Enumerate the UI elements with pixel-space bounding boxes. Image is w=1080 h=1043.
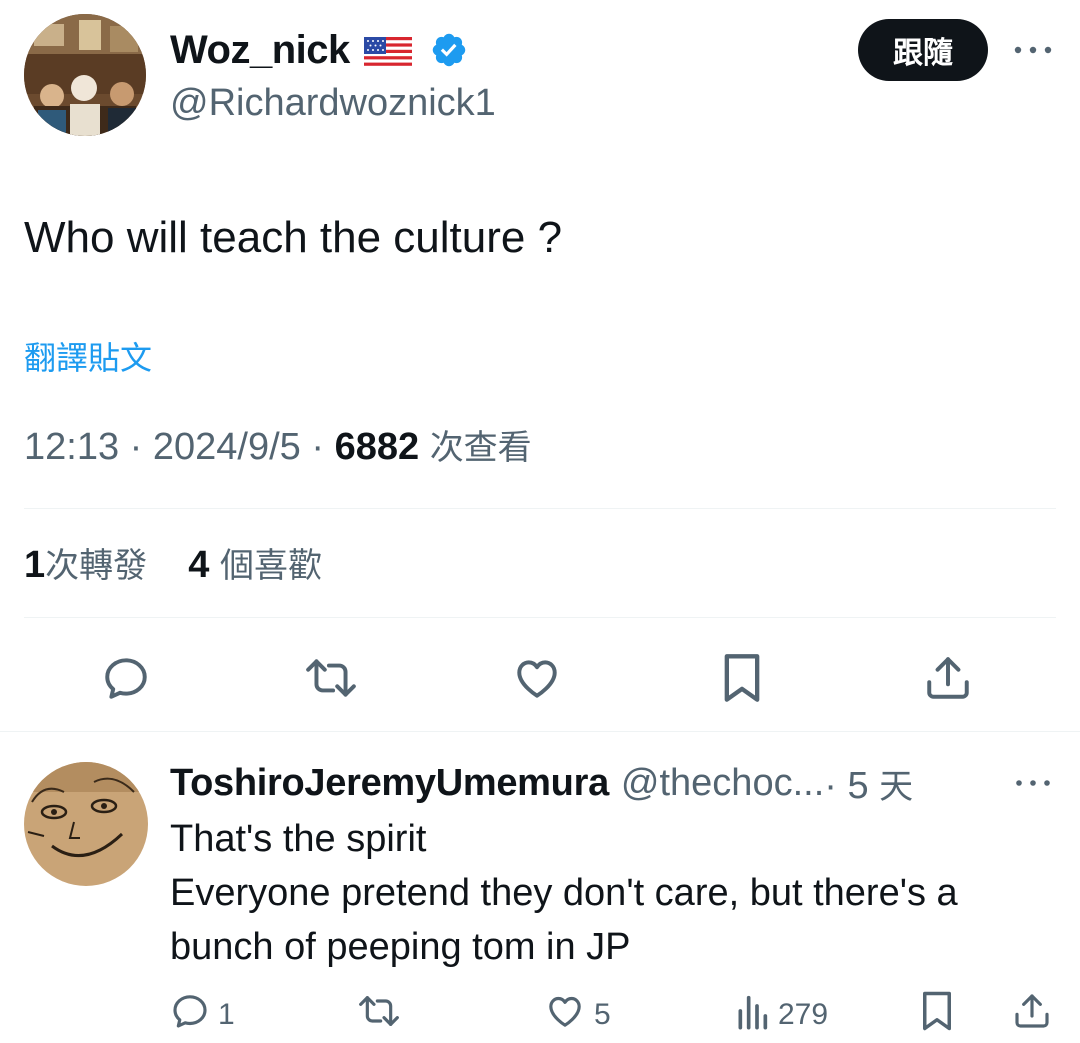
reply-time-unit: 天 bbox=[879, 766, 914, 807]
share-icon[interactable] bbox=[920, 650, 976, 706]
reply-icon[interactable] bbox=[98, 650, 154, 706]
retweet-icon bbox=[356, 991, 402, 1039]
reply-count: 1 bbox=[218, 998, 235, 1031]
author-display-name-row[interactable]: Woz_nick bbox=[170, 24, 468, 76]
views-count: 279 bbox=[778, 998, 829, 1031]
retweets-label: 次轉發 bbox=[45, 546, 148, 586]
author-display-name[interactable]: Woz_nick bbox=[170, 28, 350, 73]
reply-text-line: That's the spirit bbox=[170, 818, 427, 860]
reply-retweet-button[interactable] bbox=[356, 990, 402, 1040]
reply-text-line: bunch of peeping tom in JP bbox=[170, 926, 631, 968]
reply-text-line: Everyone pretend they don't care, but th… bbox=[170, 872, 958, 914]
reply-like-button[interactable]: 5 bbox=[544, 990, 611, 1040]
verified-badge-icon[interactable] bbox=[430, 31, 468, 69]
reply-display-name[interactable]: ToshiroJeremyUmemura bbox=[170, 762, 609, 805]
reply-share-button[interactable] bbox=[1012, 990, 1052, 1040]
tweet-date[interactable]: 2024/9/5 bbox=[153, 426, 301, 468]
bookmark-icon bbox=[918, 990, 956, 1040]
reply-reply-button[interactable]: 1 bbox=[170, 990, 235, 1040]
likes-label: 個喜歡 bbox=[219, 546, 322, 586]
views-chart-icon bbox=[734, 991, 770, 1039]
divider bbox=[0, 731, 1080, 732]
retweets-count: 1 bbox=[24, 544, 46, 586]
us-flag-icon bbox=[363, 34, 412, 69]
share-icon bbox=[1012, 991, 1052, 1039]
engagement-stats: 1次轉發 4 個喜歡 bbox=[24, 538, 322, 593]
translate-post-link[interactable]: 翻譯貼文 bbox=[24, 334, 152, 382]
reply-icon bbox=[170, 991, 210, 1039]
views-count: 6882 bbox=[334, 426, 420, 468]
like-count: 5 bbox=[594, 998, 611, 1031]
meta-separator: · bbox=[311, 426, 335, 468]
reply-bookmark-button[interactable] bbox=[918, 990, 956, 1040]
reply-author-avatar[interactable] bbox=[24, 762, 148, 886]
follow-button[interactable]: 跟隨 bbox=[858, 19, 988, 81]
reply-more-options-icon[interactable] bbox=[1008, 766, 1058, 800]
likes-stat[interactable]: 4 個喜歡 bbox=[188, 544, 322, 586]
bookmark-icon[interactable] bbox=[714, 650, 770, 706]
author-avatar[interactable] bbox=[24, 14, 146, 136]
reply-handle[interactable]: @thechoc... bbox=[621, 762, 824, 805]
reply-time[interactable]: · 5 天 bbox=[824, 759, 913, 808]
like-icon[interactable] bbox=[509, 650, 565, 706]
reply-views-button[interactable]: 279 bbox=[734, 990, 828, 1040]
reply-time-number: 5 bbox=[847, 764, 869, 807]
tweet-meta: 12:13 · 2024/9/5 · 6882 次查看 bbox=[24, 420, 532, 475]
views-label: 次查看 bbox=[429, 428, 532, 468]
reply-separator: · bbox=[824, 764, 848, 807]
divider bbox=[24, 617, 1056, 618]
retweets-stat[interactable]: 1次轉發 bbox=[24, 544, 147, 586]
reply-text: That's the spirit Everyone pretend they … bbox=[170, 812, 1060, 974]
more-options-icon[interactable] bbox=[1008, 30, 1058, 70]
reply-header: ToshiroJeremyUmemura @thechoc... · 5 天 bbox=[170, 756, 913, 810]
tweet-text: Who will teach the culture ? bbox=[24, 213, 563, 262]
like-icon bbox=[544, 991, 586, 1039]
tweet-time[interactable]: 12:13 bbox=[24, 426, 119, 468]
author-handle[interactable]: @Richardwoznick1 bbox=[170, 78, 496, 128]
retweet-icon[interactable] bbox=[303, 650, 359, 706]
likes-count: 4 bbox=[188, 544, 210, 586]
meta-separator: · bbox=[129, 426, 153, 468]
divider bbox=[24, 508, 1056, 509]
